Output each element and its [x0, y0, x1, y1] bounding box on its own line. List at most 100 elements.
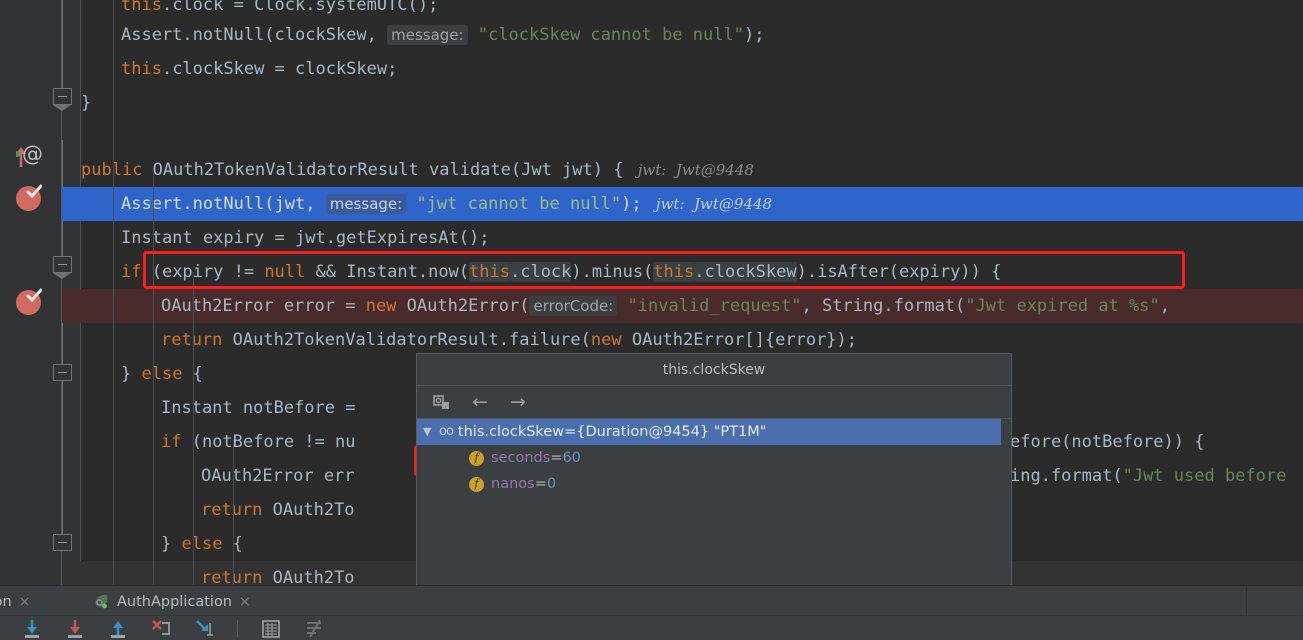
code-token: , String.format( [801, 296, 966, 316]
spring-boot-leaf-icon [93, 594, 110, 609]
field-name-nanos: nanos [491, 476, 535, 492]
code-token: ).isAfter(expiry)) { [796, 262, 1002, 282]
code-token: .clockSkew [694, 262, 797, 282]
code-line[interactable]: Assert.notNull(clockSkew, message: "cloc… [81, 18, 1303, 52]
code-token: .notNull(jwt, [182, 194, 326, 214]
code-line-fragment[interactable]: efore(notBefore)) { [1010, 425, 1303, 459]
back-arrow-icon[interactable]: ← [469, 391, 491, 413]
run-tool-tab-strip[interactable]: cation × AuthApplication × [0, 585, 1303, 616]
inline-debug-hint: jwt: Jwt@9448 [623, 161, 754, 179]
popup-toolbar[interactable]: ← → [417, 386, 1011, 419]
code-token: "invalid_request" [627, 296, 802, 316]
fold-marker-collapse-3[interactable] [53, 364, 72, 381]
code-token: ); [621, 194, 642, 214]
code-token: OAuth2TokenValidatorResult.failure( [222, 330, 591, 350]
indent-guide-3 [193, 272, 194, 585]
code-token: (expiry != [141, 262, 265, 282]
debug-value-popup[interactable]: this.clockSkew ← → ▼ oo this.clockSkew =… [416, 353, 1012, 605]
fold-marker-collapse-4[interactable] [53, 534, 72, 551]
step-into-button[interactable] [65, 619, 85, 638]
chevron-down-icon[interactable]: ▼ [423, 419, 439, 445]
tree-root-equals: = [564, 424, 577, 440]
tab-auth-application[interactable]: AuthApplication × [84, 586, 260, 617]
popup-title: this.clockSkew [417, 354, 1011, 386]
code-token: OAuth2Error[]{error}); [621, 330, 858, 350]
code-token: "Jwt used before [1122, 466, 1287, 486]
tree-root-expression: this.clockSkew [457, 424, 565, 440]
run-to-cursor-button[interactable] [194, 619, 214, 638]
code-line[interactable]: } [81, 86, 1303, 120]
annotation-at-icon: @ [22, 142, 43, 166]
code-token: } [121, 364, 142, 384]
fold-line-3 [62, 300, 63, 540]
tab-application-label: cation [0, 593, 12, 610]
popup-variables-tree[interactable]: ▼ oo this.clockSkew = {Duration@9454} "P… [417, 419, 1011, 604]
code-line[interactable]: OAuth2Error error = new OAuth2Error(erro… [81, 289, 1303, 323]
close-icon[interactable]: × [239, 594, 251, 610]
tab-strip-vertical-separator [1246, 585, 1247, 616]
parameter-hint-label: message: [387, 25, 468, 45]
field-value-nanos: 0 [546, 476, 557, 492]
code-token: Instant notBefore = [161, 398, 366, 418]
step-out-button[interactable] [108, 619, 128, 638]
code-token: ing.format( [1010, 466, 1123, 486]
code-line[interactable]: Instant expiry = jwt.getExpiresAt(); [81, 221, 1303, 255]
field-icon: f [469, 450, 484, 466]
code-token: .clock [509, 262, 572, 282]
parameter-hint-label: errorCode: [529, 296, 618, 316]
code-token: this [121, 59, 162, 79]
force-step-into-button[interactable] [151, 619, 171, 638]
tree-row-nanos[interactable]: f nanos = 0 [417, 471, 1011, 497]
breakpoint-icon-1[interactable] [16, 184, 42, 211]
step-over-button[interactable] [22, 619, 42, 638]
fold-arrow-2 [53, 273, 71, 279]
popup-scrollbar[interactable] [1001, 419, 1011, 604]
inline-debug-hint: jwt: Jwt@9448 [641, 195, 773, 213]
evaluate-expression-button[interactable] [261, 619, 281, 638]
code-line[interactable]: Assert.notNull(jwt, message: "jwt cannot… [81, 187, 1303, 221]
field-equals-nanos: = [534, 476, 547, 492]
field-name-seconds: seconds [491, 450, 551, 466]
code-token: new [590, 330, 622, 350]
code-token: return [161, 330, 223, 350]
code-token: "clockSkew cannot be null" [477, 25, 744, 45]
mute-breakpoints-button[interactable] [304, 618, 324, 638]
code-token: OAuth2Error err [201, 466, 355, 486]
code-line[interactable]: public OAuth2TokenValidatorResult valida… [81, 153, 1303, 187]
code-token: new [365, 296, 397, 316]
code-token: if [161, 432, 182, 452]
code-line[interactable]: if (expiry != null && Instant.now(this.c… [81, 255, 1303, 289]
close-icon[interactable]: × [19, 594, 31, 610]
field-icon: f [469, 476, 484, 492]
code-token: ).minus( [571, 262, 654, 282]
code-token: ; [428, 0, 439, 15]
code-line[interactable] [81, 120, 1303, 154]
breakpoint-icon-2[interactable] [16, 288, 42, 315]
code-token: else [141, 364, 183, 384]
code-line[interactable]: return OAuth2TokenValidatorResult.failur… [81, 323, 1303, 357]
code-token: efore(notBefore)) { [1010, 432, 1205, 452]
fold-marker-collapse-2[interactable] [53, 256, 72, 273]
debugger-step-toolbar[interactable] [0, 616, 1303, 640]
code-token: return [201, 568, 263, 585]
tab-application[interactable]: cation × [0, 586, 39, 617]
code-line[interactable]: this.clockSkew = clockSkew; [81, 52, 1303, 86]
code-token: } [161, 534, 182, 554]
code-token: this [121, 0, 162, 15]
parameter-hint-label: message: [325, 194, 407, 214]
code-token: OAuth2TokenValidatorResult validate(Jwt … [142, 160, 624, 180]
code-token: this [653, 262, 695, 282]
code-token: public [81, 160, 143, 180]
copy-value-icon[interactable] [431, 391, 453, 413]
fold-marker-collapse-1[interactable] [53, 88, 72, 105]
fold-arrow-1 [53, 105, 71, 111]
code-line-fragment[interactable]: ing.format("Jwt used before [1010, 459, 1303, 493]
code-token: Assert [121, 25, 183, 45]
code-token: "jwt cannot be null" [416, 194, 622, 214]
field-value-seconds: 60 [562, 450, 581, 466]
tree-row-seconds[interactable]: f seconds = 60 [417, 445, 1011, 471]
tree-row-root[interactable]: ▼ oo this.clockSkew = {Duration@9454} "P… [417, 419, 1011, 445]
forward-arrow-icon[interactable]: → [507, 391, 529, 413]
code-token: Instant expiry = jwt.getExpiresAt(); [121, 228, 490, 248]
